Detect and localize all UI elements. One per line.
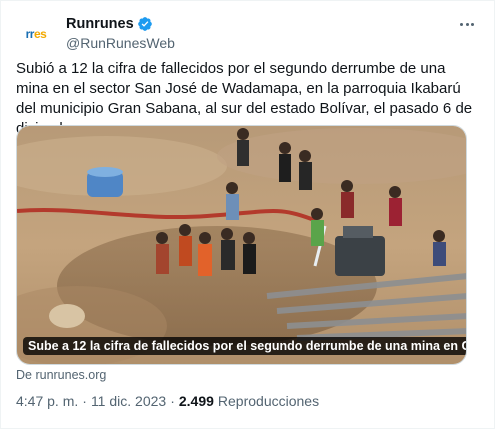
author-block: Runrunes @RunRunesWeb: [66, 15, 175, 51]
tweet-media-image[interactable]: Sube a 12 la cifra de fallecidos por el …: [16, 125, 467, 365]
tweet-time[interactable]: 4:47 p. m.: [16, 393, 78, 409]
verified-badge-icon: [137, 17, 152, 31]
views-label: Reproducciones: [217, 393, 320, 409]
views-count: 2.499: [178, 393, 214, 409]
author-name-row: Runrunes: [66, 15, 175, 33]
more-options-icon[interactable]: [458, 17, 476, 31]
author-name[interactable]: Runrunes: [66, 16, 134, 32]
tweet-card: rres Runrunes @RunRunesWeb Subió a 12 la…: [0, 0, 495, 429]
media-caption: Sube a 12 la cifra de fallecidos por el …: [23, 337, 466, 355]
tweet-meta: 4:47 p. m. · 11 dic. 2023 · 2.499 Reprod…: [16, 393, 319, 409]
runrunes-logo-icon: rres: [25, 27, 47, 41]
author-handle[interactable]: @RunRunesWeb: [66, 35, 175, 51]
link-source[interactable]: De runrunes.org: [16, 368, 106, 382]
meta-separator: ·: [170, 393, 175, 409]
meta-separator: ·: [82, 393, 87, 409]
avatar[interactable]: rres: [16, 14, 56, 54]
tweet-date[interactable]: 11 dic. 2023: [91, 393, 166, 409]
mine-collapse-photo: [17, 126, 466, 364]
